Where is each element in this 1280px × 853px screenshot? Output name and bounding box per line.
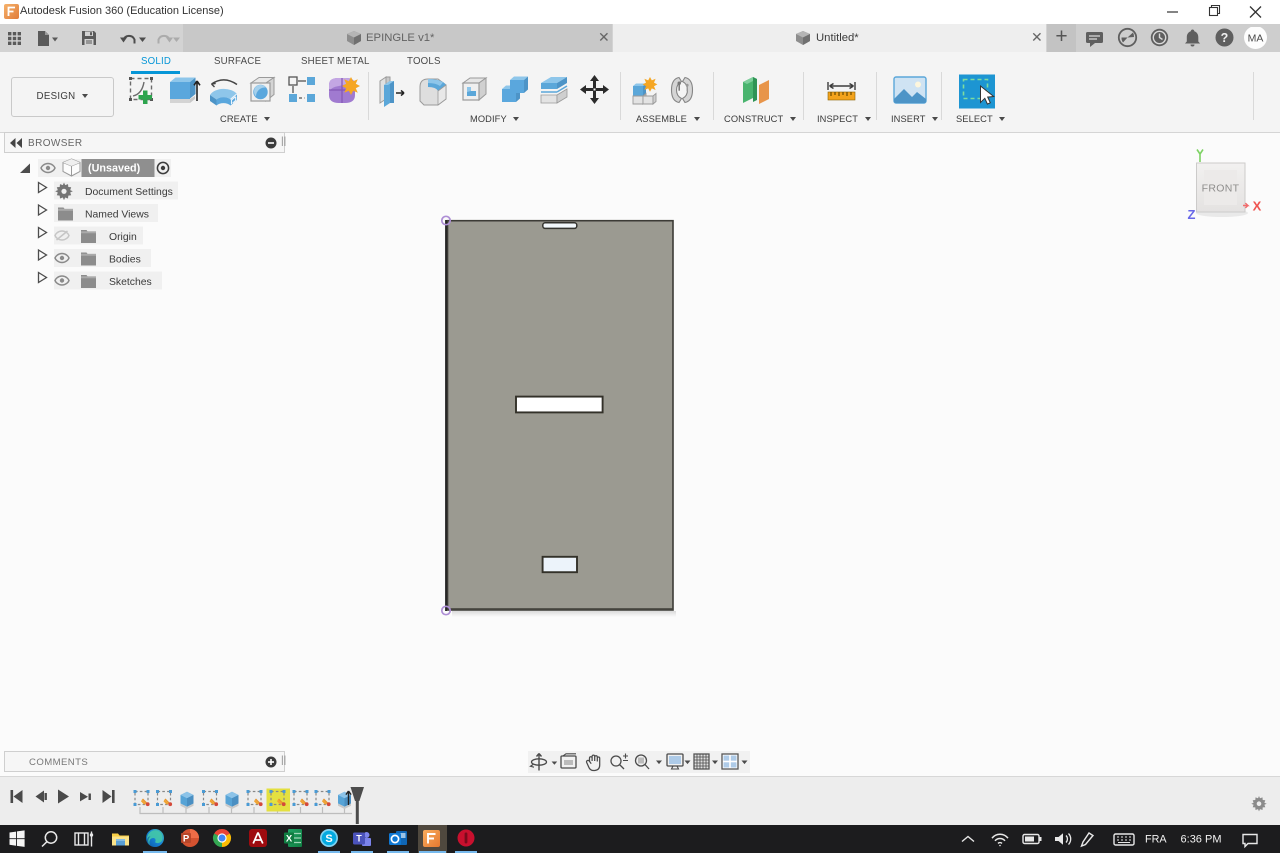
svg-text:?: ? (1221, 31, 1229, 45)
svg-text:S: S (325, 833, 332, 845)
svg-text:Document Settings: Document Settings (85, 187, 173, 198)
svg-text:FRA: FRA (1145, 834, 1167, 846)
svg-text:Origin: Origin (109, 232, 137, 243)
svg-text:(Unsaved): (Unsaved) (88, 163, 141, 175)
svg-text:MA: MA (1248, 33, 1264, 45)
svg-text:FRONT: FRONT (1202, 183, 1240, 195)
svg-text:P: P (183, 834, 190, 845)
svg-text:Sketches: Sketches (109, 277, 152, 288)
svg-text:T: T (356, 834, 362, 844)
svg-text:X: X (286, 833, 293, 844)
svg-text:Bodies: Bodies (109, 255, 141, 266)
svg-text:Named Views: Named Views (85, 210, 149, 221)
svg-text:X: X (1253, 199, 1262, 214)
svg-text:6:36 PM: 6:36 PM (1181, 834, 1222, 846)
svg-text:Z: Z (1188, 207, 1196, 222)
